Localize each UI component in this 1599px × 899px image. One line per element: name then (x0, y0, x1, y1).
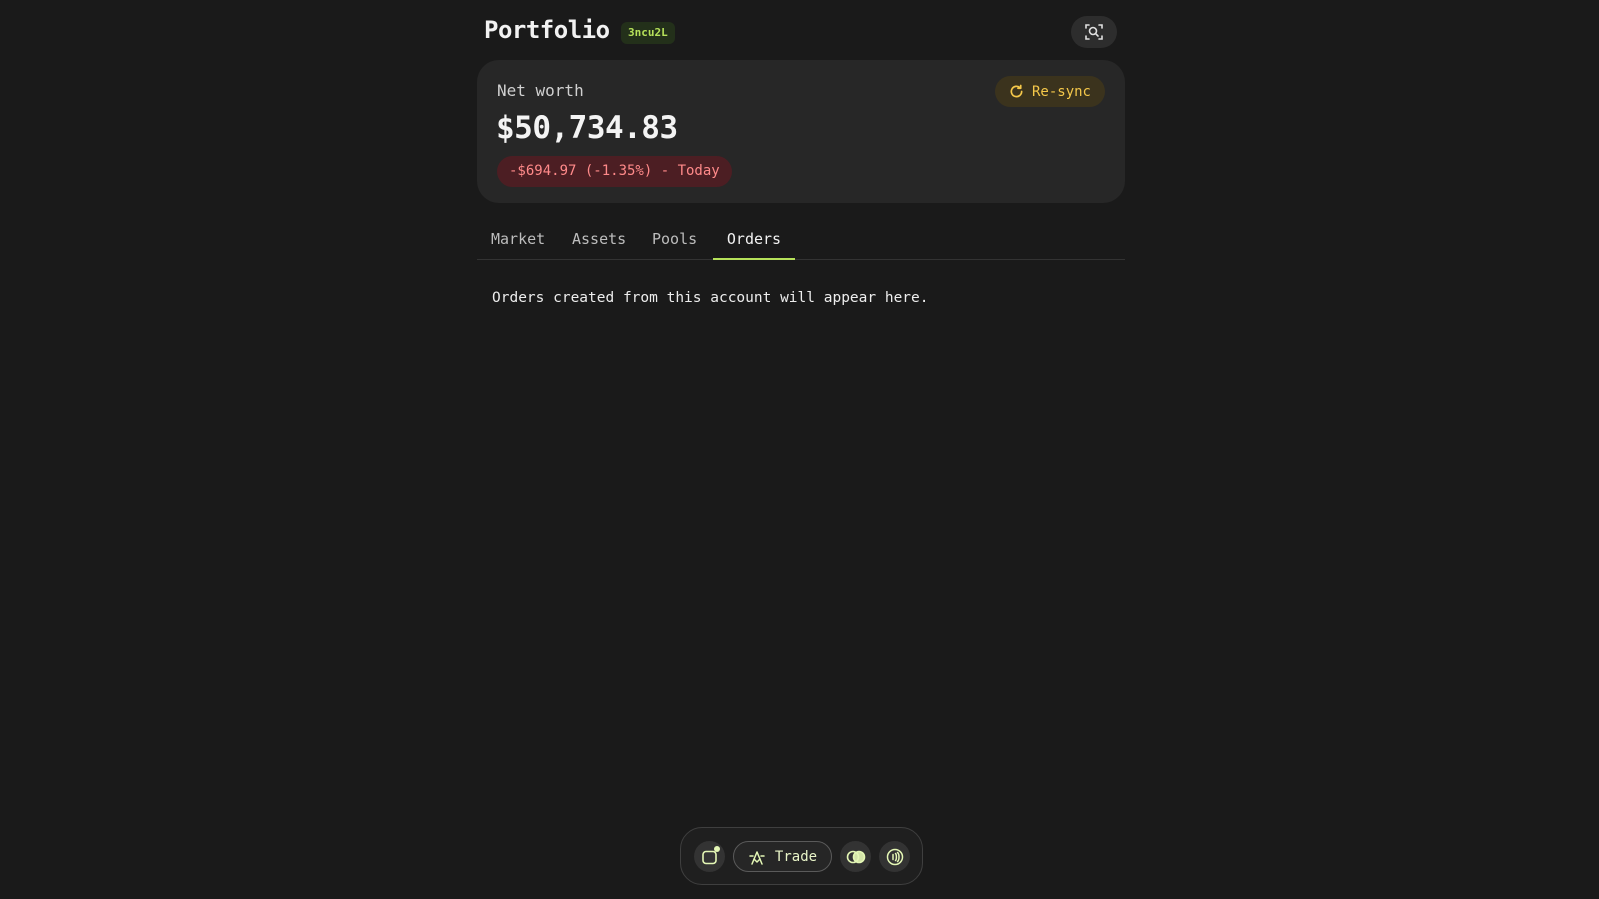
nfc-button[interactable] (879, 841, 910, 872)
resync-button[interactable]: Re-sync (995, 76, 1105, 107)
trade-label: Trade (774, 848, 818, 865)
page-title: Portfolio (484, 16, 610, 44)
swap-button[interactable] (840, 841, 871, 872)
scan-icon (1085, 24, 1103, 40)
tab-bar: Market Assets Pools Orders (477, 226, 1125, 260)
tab-pools[interactable]: Pools (652, 226, 697, 260)
networth-value: $50,734.83 (496, 110, 678, 146)
refresh-icon (1010, 84, 1023, 98)
daily-change-badge: -$694.97 (-1.35%) - Today (497, 156, 732, 187)
tab-market[interactable]: Market (491, 226, 545, 260)
swap-circles-icon (846, 850, 865, 863)
wallet-button[interactable] (694, 841, 725, 872)
tab-assets[interactable]: Assets (572, 226, 626, 260)
bottom-dock: Trade (680, 827, 923, 885)
nfc-icon (886, 848, 903, 865)
trade-icon (749, 850, 765, 865)
scan-button[interactable] (1071, 16, 1117, 48)
resync-label: Re-sync (1031, 83, 1091, 100)
account-badge[interactable]: 3ncu2L (621, 22, 675, 44)
networth-card: Net worth $50,734.83 -$694.97 (-1.35%) -… (477, 60, 1125, 203)
notification-dot (714, 846, 720, 852)
header: Portfolio 3ncu2L (477, 14, 1117, 50)
networth-label: Net worth (497, 81, 584, 100)
tab-orders[interactable]: Orders (713, 226, 795, 260)
orders-empty-message: Orders created from this account will ap… (492, 290, 929, 306)
trade-button[interactable]: Trade (733, 841, 832, 872)
portfolio-page: Portfolio 3ncu2L Net worth $50,734.83 -$… (0, 0, 1599, 899)
